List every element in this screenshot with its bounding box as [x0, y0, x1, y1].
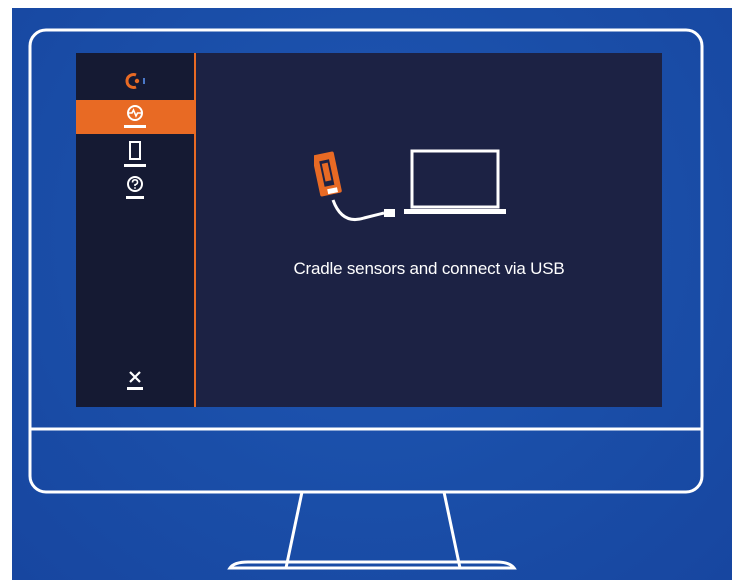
help-icon	[126, 176, 144, 199]
sidebar-item-device[interactable]	[76, 139, 194, 173]
sidebar-item-close[interactable]	[76, 363, 194, 397]
usb-plug-icon	[384, 209, 395, 217]
logo-icon	[125, 73, 145, 89]
laptop-icon	[404, 149, 506, 214]
sidebar	[76, 53, 196, 407]
instruction-text: Cradle sensors and connect via USB	[293, 259, 565, 278]
close-icon	[127, 371, 143, 390]
main-panel: Cradle sensors and connect via USB	[196, 53, 662, 407]
usb-connection-illustration	[314, 149, 506, 221]
app-screen: Cradle sensors and connect via USB	[76, 53, 662, 407]
app-logo	[76, 68, 194, 94]
activity-icon	[124, 105, 146, 128]
monitor-backdrop: Cradle sensors and connect via USB	[12, 8, 732, 580]
sidebar-item-help[interactable]	[76, 173, 194, 207]
usb-cable-icon	[331, 199, 385, 221]
device-icon	[124, 141, 146, 167]
sensor-device-icon	[314, 151, 342, 197]
sidebar-item-activity[interactable]	[76, 100, 194, 134]
